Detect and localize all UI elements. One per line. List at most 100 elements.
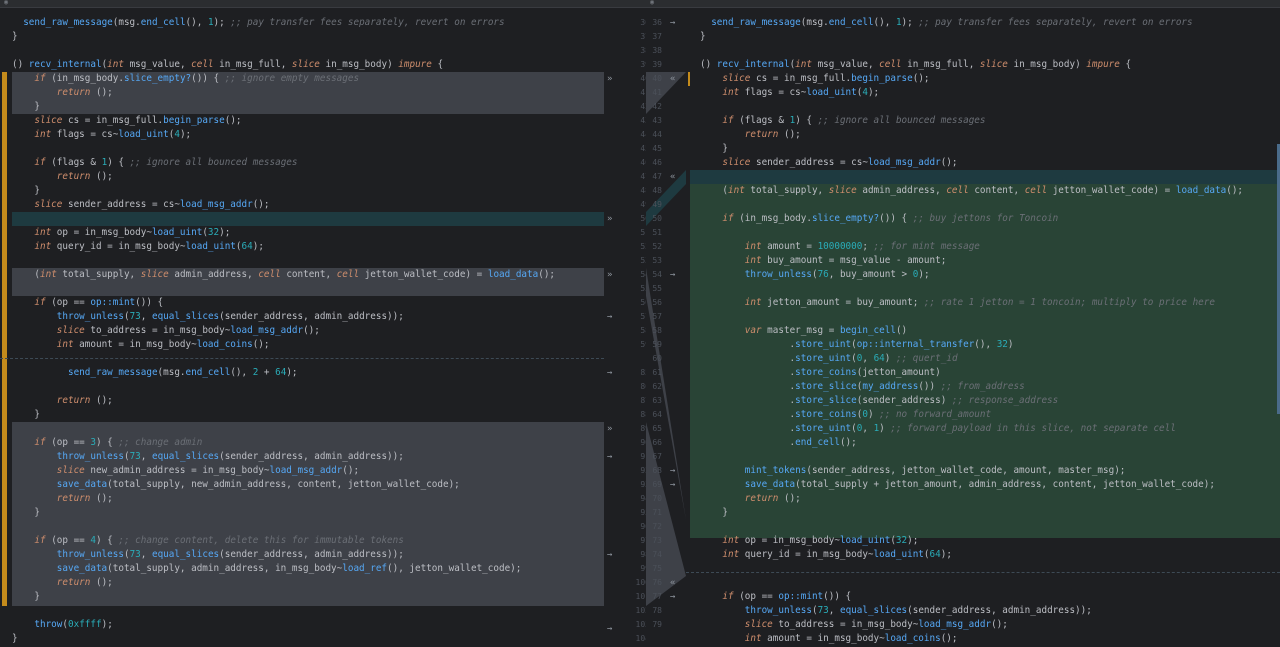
code-line[interactable]: if (op == 4) { ;; change content, delete… — [0, 534, 604, 548]
code-line[interactable]: } — [0, 632, 604, 646]
code-line[interactable]: slice cs = in_msg_full.begin_parse(); — [0, 114, 604, 128]
code-line[interactable]: } — [686, 30, 1280, 44]
code-line[interactable] — [0, 282, 604, 296]
code-line[interactable]: send_raw_message(msg.end_cell(), 1); ;; … — [686, 16, 1280, 30]
code-line[interactable]: mint_tokens(sender_address, jetton_walle… — [686, 464, 1280, 478]
code-line[interactable]: return (); — [0, 576, 604, 590]
code-line[interactable]: return (); — [0, 492, 604, 506]
code-line[interactable]: } — [0, 408, 604, 422]
double-chevron-right-icon[interactable]: » — [607, 268, 612, 282]
code-line[interactable]: } — [0, 100, 604, 114]
code-line[interactable]: return (); — [0, 86, 604, 100]
accept-arrow-icon[interactable]: → — [607, 450, 612, 464]
code-line[interactable]: slice new_admin_address = in_msg_body~lo… — [0, 464, 604, 478]
code-line[interactable]: } — [0, 184, 604, 198]
code-line[interactable]: () recv_internal(int msg_value, cell in_… — [0, 58, 604, 72]
code-line[interactable]: save_data(total_supply, new_admin_addres… — [0, 478, 604, 492]
code-line[interactable]: .store_slice(sender_address) ;; response… — [686, 394, 1280, 408]
code-line[interactable]: throw_unless(73, equal_slices(sender_add… — [0, 548, 604, 562]
code-line[interactable] — [686, 282, 1280, 296]
code-line[interactable]: int amount = in_msg_body~load_coins(); — [0, 338, 604, 352]
code-line[interactable]: } — [0, 506, 604, 520]
eye-icon[interactable]: ◉ — [650, 0, 654, 6]
code-line[interactable]: slice sender_address = cs~load_msg_addr(… — [0, 198, 604, 212]
code-line[interactable]: slice sender_address = cs~load_msg_addr(… — [686, 156, 1280, 170]
code-line[interactable]: save_data(total_supply, admin_address, i… — [0, 562, 604, 576]
code-line[interactable] — [0, 212, 604, 226]
code-line[interactable]: .store_uint(0, 64) ;; quert_id — [686, 352, 1280, 366]
code-line[interactable]: var master_msg = begin_cell() — [686, 324, 1280, 338]
code-line[interactable]: slice cs = in_msg_full.begin_parse(); — [686, 72, 1280, 86]
double-chevron-right-icon[interactable]: » — [607, 72, 612, 86]
code-line[interactable]: .store_coins(0) ;; no forward_amount — [686, 408, 1280, 422]
code-line[interactable]: int amount = 10000000; ;; for mint messa… — [686, 240, 1280, 254]
code-line[interactable] — [686, 520, 1280, 534]
code-line[interactable]: if (op == op::mint()) { — [686, 590, 1280, 604]
code-line[interactable]: if (flags & 1) { ;; ignore all bounced m… — [686, 114, 1280, 128]
code-line[interactable]: slice to_address = in_msg_body~load_msg_… — [686, 618, 1280, 632]
code-line[interactable]: throw_unless(73, equal_slices(sender_add… — [0, 310, 604, 324]
left-diff-pane[interactable]: send_raw_message(msg.end_cell(), 1); ;; … — [0, 8, 604, 647]
code-line[interactable]: slice to_address = in_msg_body~load_msg_… — [0, 324, 604, 338]
accept-arrow-icon[interactable]: → — [670, 478, 675, 492]
code-line[interactable] — [0, 44, 604, 58]
code-line[interactable] — [686, 100, 1280, 114]
right-diff-pane[interactable]: send_raw_message(msg.end_cell(), 1); ;; … — [686, 8, 1280, 647]
code-line[interactable] — [0, 520, 604, 534]
eye-icon[interactable]: ◉ — [4, 0, 8, 6]
code-line[interactable] — [0, 380, 604, 394]
code-line[interactable] — [686, 310, 1280, 324]
code-line[interactable]: if (flags & 1) { ;; ignore all bounced m… — [0, 156, 604, 170]
code-line[interactable] — [0, 604, 604, 618]
accept-arrow-icon[interactable]: → — [607, 366, 612, 380]
code-line[interactable] — [686, 450, 1280, 464]
code-line[interactable] — [0, 422, 604, 436]
code-line[interactable]: .store_slice(my_address()) ;; from_addre… — [686, 380, 1280, 394]
code-line[interactable]: (int total_supply, slice admin_address, … — [686, 184, 1280, 198]
double-chevron-right-icon[interactable]: » — [607, 212, 612, 226]
code-line[interactable]: int jetton_amount = buy_amount; ;; rate … — [686, 296, 1280, 310]
code-line[interactable]: .end_cell(); — [686, 436, 1280, 450]
code-line[interactable] — [686, 562, 1280, 576]
code-line[interactable]: .store_coins(jetton_amount) — [686, 366, 1280, 380]
code-line[interactable]: throw_unless(73, equal_slices(sender_add… — [686, 604, 1280, 618]
code-line[interactable]: return (); — [686, 128, 1280, 142]
code-line[interactable]: throw_unless(73, equal_slices(sender_add… — [0, 450, 604, 464]
code-line[interactable]: return (); — [686, 492, 1280, 506]
accept-arrow-icon[interactable]: → — [670, 590, 675, 604]
double-chevron-left-icon[interactable]: « — [670, 72, 675, 86]
code-line[interactable]: int buy_amount = msg_value - amount; — [686, 254, 1280, 268]
code-line[interactable]: int query_id = in_msg_body~load_uint(64)… — [0, 240, 604, 254]
code-line[interactable]: .store_uint(0, 1) ;; forward_payload in … — [686, 422, 1280, 436]
code-line[interactable]: int op = in_msg_body~load_uint(32); — [686, 534, 1280, 548]
code-line[interactable] — [0, 142, 604, 156]
code-line[interactable]: int query_id = in_msg_body~load_uint(64)… — [686, 548, 1280, 562]
code-line[interactable]: return (); — [0, 170, 604, 184]
accept-arrow-icon[interactable]: → — [670, 268, 675, 282]
code-line[interactable]: return (); — [0, 394, 604, 408]
code-line[interactable]: int flags = cs~load_uint(4); — [0, 128, 604, 142]
accept-arrow-icon[interactable]: → — [670, 464, 675, 478]
code-line[interactable]: } — [686, 142, 1280, 156]
code-line[interactable]: if (op == 3) { ;; change admin — [0, 436, 604, 450]
code-line[interactable]: } — [0, 30, 604, 44]
code-line[interactable] — [686, 44, 1280, 58]
code-line[interactable]: } — [686, 506, 1280, 520]
code-line[interactable]: if (in_msg_body.slice_empty?()) { ;; buy… — [686, 212, 1280, 226]
code-line[interactable]: } — [0, 590, 604, 604]
code-line[interactable] — [686, 576, 1280, 590]
code-line[interactable]: int op = in_msg_body~load_uint(32); — [0, 226, 604, 240]
accept-arrow-icon[interactable]: → — [607, 622, 612, 636]
code-line[interactable]: () recv_internal(int msg_value, cell in_… — [686, 58, 1280, 72]
code-line[interactable]: int flags = cs~load_uint(4); — [686, 86, 1280, 100]
code-line[interactable] — [0, 254, 604, 268]
accept-arrow-icon[interactable]: → — [607, 548, 612, 562]
accept-arrow-icon[interactable]: → — [607, 310, 612, 324]
code-line[interactable]: send_raw_message(msg.end_cell(), 2 + 64)… — [0, 366, 604, 380]
code-line[interactable]: (int total_supply, slice admin_address, … — [0, 268, 604, 282]
code-line[interactable] — [686, 170, 1280, 184]
code-line[interactable]: if (in_msg_body.slice_empty?()) { ;; ign… — [0, 72, 604, 86]
double-chevron-left-icon[interactable]: « — [670, 170, 675, 184]
code-line[interactable]: send_raw_message(msg.end_cell(), 1); ;; … — [0, 16, 604, 30]
double-chevron-left-icon[interactable]: « — [670, 576, 675, 590]
